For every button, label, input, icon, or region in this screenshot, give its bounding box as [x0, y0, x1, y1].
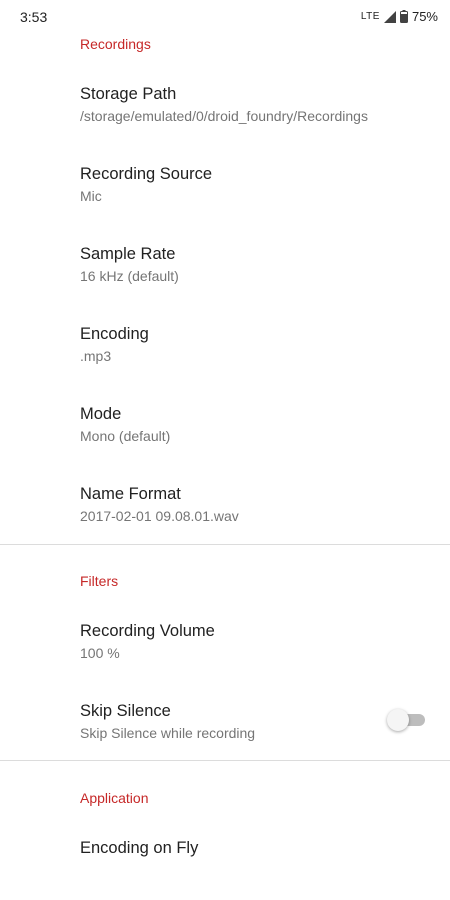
battery-percent: 75% — [411, 9, 438, 24]
pref-title: Skip Silence — [80, 702, 171, 720]
pref-storage-path[interactable]: Storage Path /storage/emulated/0/droid_f… — [80, 84, 420, 125]
pref-title: Sample Rate — [80, 245, 176, 263]
pref-recording-volume[interactable]: Recording Volume 100 % — [80, 621, 420, 662]
pref-title: Encoding on Fly — [80, 839, 199, 857]
status-icons: LTE 75% — [361, 9, 438, 24]
pref-title: Recording Volume — [80, 622, 215, 640]
skip-silence-toggle[interactable] — [387, 708, 427, 732]
pref-summary: Skip Silence while recording — [80, 725, 256, 741]
battery-icon — [399, 10, 408, 23]
status-time: 3:53 — [20, 9, 48, 25]
section-divider — [0, 760, 450, 761]
pref-recording-source[interactable]: Recording Source Mic — [80, 164, 420, 205]
pref-summary: Mono (default) — [80, 428, 171, 444]
pref-summary: 2017-02-01 09.08.01.wav — [80, 508, 239, 524]
status-bar: 3:53 LTE 75% — [0, 0, 450, 34]
pref-title: Recording Source — [80, 165, 213, 183]
pref-title: Name Format — [80, 485, 181, 503]
toggle-thumb — [387, 709, 409, 731]
pref-sample-rate[interactable]: Sample Rate 16 kHz (default) — [80, 244, 420, 285]
pref-summary: /storage/emulated/0/droid_foundry/Record… — [80, 108, 368, 124]
pref-summary: .mp3 — [80, 348, 112, 364]
section-header-filters: Filters — [80, 573, 119, 589]
pref-name-format[interactable]: Name Format 2017-02-01 09.08.01.wav — [80, 484, 420, 525]
pref-skip-silence[interactable]: Skip Silence Skip Silence while recordin… — [80, 701, 420, 742]
pref-summary: 16 kHz (default) — [80, 268, 179, 284]
pref-encoding-on-fly[interactable]: Encoding on Fly — [80, 838, 420, 858]
pref-summary: Mic — [80, 188, 102, 204]
pref-mode[interactable]: Mode Mono (default) — [80, 404, 420, 445]
section-divider — [0, 544, 450, 545]
pref-summary: 100 % — [80, 645, 120, 661]
signal-icon — [383, 10, 396, 23]
pref-title: Encoding — [80, 325, 149, 343]
pref-title: Storage Path — [80, 85, 177, 103]
pref-encoding[interactable]: Encoding .mp3 — [80, 324, 420, 365]
pref-title: Mode — [80, 405, 122, 423]
section-header-application: Application — [80, 790, 149, 806]
network-type: LTE — [360, 11, 380, 22]
section-header-recordings: Recordings — [80, 36, 151, 52]
